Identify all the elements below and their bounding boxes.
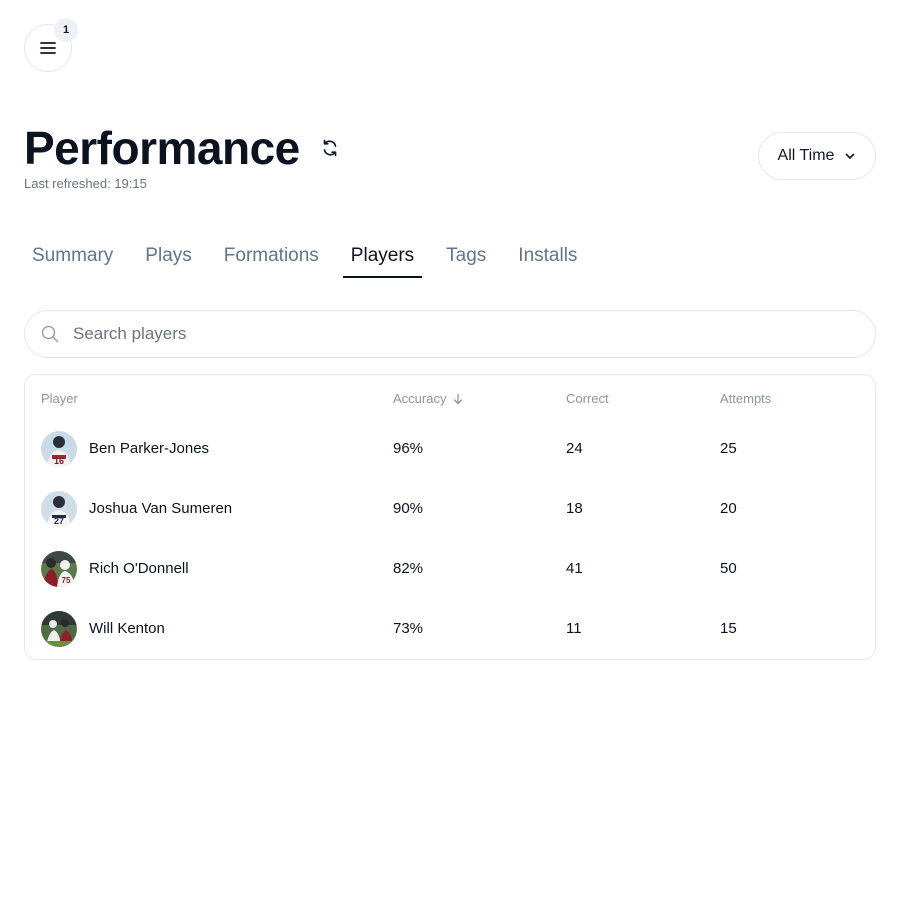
sort-descending-icon xyxy=(454,393,463,404)
column-header-correct-label: Correct xyxy=(566,391,609,406)
jersey-number: 75 xyxy=(62,576,71,585)
table-row[interactable]: 27 Joshua Van Sumeren 90% 18 20 xyxy=(25,491,875,551)
search-icon xyxy=(41,325,59,343)
column-header-correct[interactable]: Correct xyxy=(566,391,609,406)
player-name: Joshua Van Sumeren xyxy=(89,500,233,517)
player-name: Rich O'Donnell xyxy=(89,560,189,577)
tab-tags[interactable]: Tags xyxy=(438,240,494,278)
tab-players[interactable]: Players xyxy=(342,240,423,278)
jersey-number: 27 xyxy=(54,516,64,526)
column-header-attempts[interactable]: Attempts xyxy=(720,391,771,406)
column-header-player[interactable]: Player xyxy=(41,391,78,406)
jersey-number: 16 xyxy=(54,456,64,466)
table-row[interactable]: 16 Ben Parker-Jones 96% 24 25 xyxy=(25,431,875,491)
page-title: Performance xyxy=(24,122,300,174)
player-accuracy: 90% xyxy=(393,500,424,517)
player-attempts: 15 xyxy=(720,620,737,637)
time-range-select[interactable]: All Time xyxy=(758,132,876,180)
player-attempts: 25 xyxy=(720,440,737,457)
avatar: 16 xyxy=(41,431,77,467)
tab-installs[interactable]: Installs xyxy=(510,240,585,278)
player-name: Ben Parker-Jones xyxy=(89,440,210,457)
last-refreshed-text: Last refreshed: 19:15 xyxy=(24,176,147,191)
tab-formations[interactable]: Formations xyxy=(216,240,327,278)
column-header-accuracy[interactable]: Accuracy xyxy=(393,391,464,406)
avatar xyxy=(41,611,77,647)
avatar: 27 xyxy=(41,491,77,527)
time-range-label: All Time xyxy=(777,147,835,164)
avatar: 75 xyxy=(41,551,77,587)
player-correct: 18 xyxy=(566,500,583,517)
player-accuracy: 73% xyxy=(393,620,424,637)
search-bar xyxy=(24,310,876,358)
table-row[interactable]: Will Kenton 73% 11 15 xyxy=(25,611,875,671)
player-accuracy: 96% xyxy=(393,440,424,457)
notification-badge: 1 xyxy=(54,18,78,42)
table-row[interactable]: 75 Rich O'Donnell 82% 41 50 xyxy=(25,551,875,611)
tab-bar: Summary Plays Formations Players Tags In… xyxy=(24,240,601,280)
tab-plays[interactable]: Plays xyxy=(137,240,199,278)
column-header-accuracy-label: Accuracy xyxy=(393,391,447,406)
tab-summary[interactable]: Summary xyxy=(24,240,121,278)
player-correct: 41 xyxy=(566,560,583,577)
chevron-down-icon xyxy=(846,153,855,159)
hamburger-icon xyxy=(40,42,56,54)
refresh-icon[interactable] xyxy=(320,138,340,158)
player-attempts: 50 xyxy=(720,560,737,577)
column-header-attempts-label: Attempts xyxy=(720,391,772,406)
search-input[interactable] xyxy=(73,324,833,344)
player-correct: 11 xyxy=(566,620,582,637)
page-header: Performance Last refreshed: 19:15 All Ti… xyxy=(24,120,876,200)
player-correct: 24 xyxy=(566,440,583,457)
player-name: Will Kenton xyxy=(89,620,165,637)
players-table: Player Accuracy Correct Attempts 16 Ben … xyxy=(24,374,876,660)
column-header-player-label: Player xyxy=(41,391,78,406)
player-accuracy: 82% xyxy=(393,560,424,577)
player-attempts: 20 xyxy=(720,500,737,517)
